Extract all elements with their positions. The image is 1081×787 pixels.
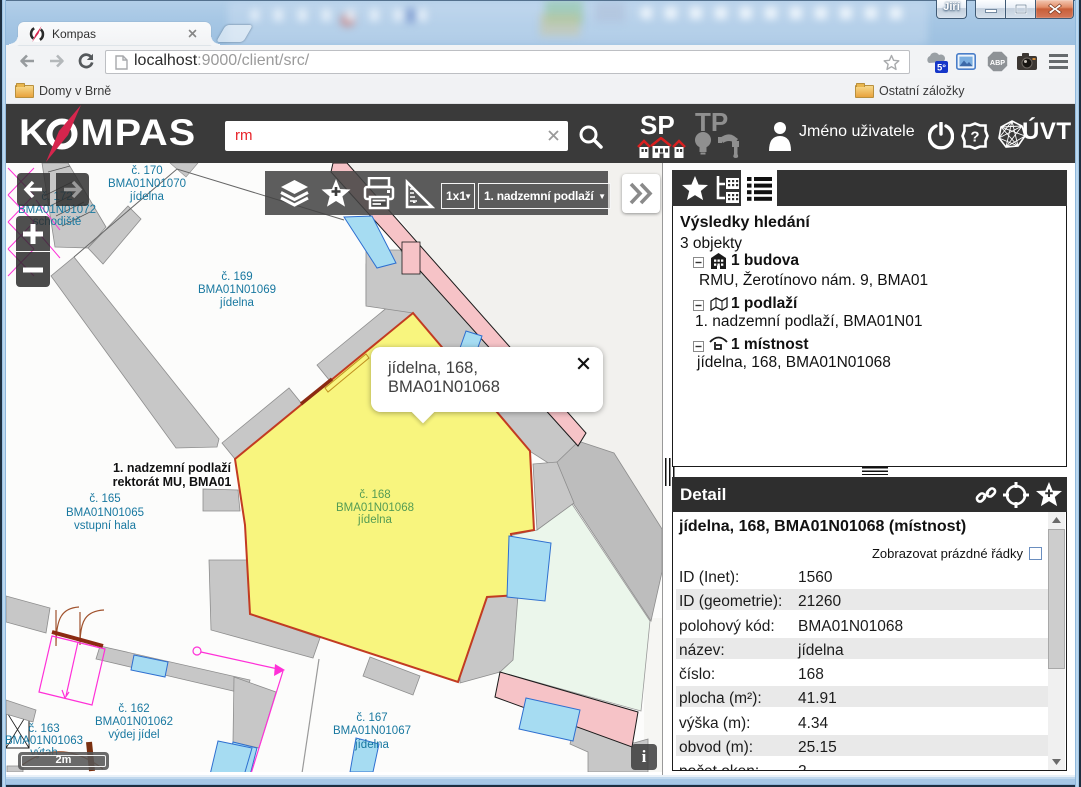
svg-text:vstupní hala: vstupní hala	[74, 520, 137, 532]
svg-text:č. 163: č. 163	[28, 723, 59, 735]
svg-text:jídelna: jídelna	[219, 297, 254, 309]
svg-text:č. 162: č. 162	[118, 703, 149, 715]
svg-text:č. 165: č. 165	[89, 493, 120, 505]
svg-text:jídelna: jídelna	[357, 514, 392, 526]
svg-text:č. 169: č. 169	[221, 271, 252, 283]
svg-text:ABP: ABP	[990, 58, 1005, 67]
svg-text:?: ?	[970, 129, 979, 146]
svg-text:5°: 5°	[937, 63, 946, 74]
svg-text:BMA01N01068: BMA01N01068	[336, 502, 414, 514]
svg-text:č. 170: č. 170	[131, 165, 162, 177]
svg-text:1. nadzemní podlaží: 1. nadzemní podlaží	[113, 461, 232, 475]
svg-text:č. 167: č. 167	[356, 712, 387, 724]
svg-text:BMA01N01062: BMA01N01062	[95, 716, 173, 728]
svg-text:č. 168: č. 168	[359, 489, 390, 501]
svg-text:BMA01N01067: BMA01N01067	[333, 725, 411, 737]
svg-text:BMA01N01069: BMA01N01069	[198, 284, 276, 296]
svg-text:rektorát MU, BMA01: rektorát MU, BMA01	[113, 475, 232, 489]
svg-text:BMA01N01070: BMA01N01070	[108, 178, 186, 190]
svg-text:BMA01N01063: BMA01N01063	[6, 735, 83, 747]
svg-text:BMA01N01065: BMA01N01065	[66, 507, 144, 519]
svg-text:jídelna: jídelna	[354, 739, 389, 751]
svg-text:výdej jídel: výdej jídel	[108, 729, 159, 741]
svg-text:jídelna: jídelna	[129, 191, 164, 203]
